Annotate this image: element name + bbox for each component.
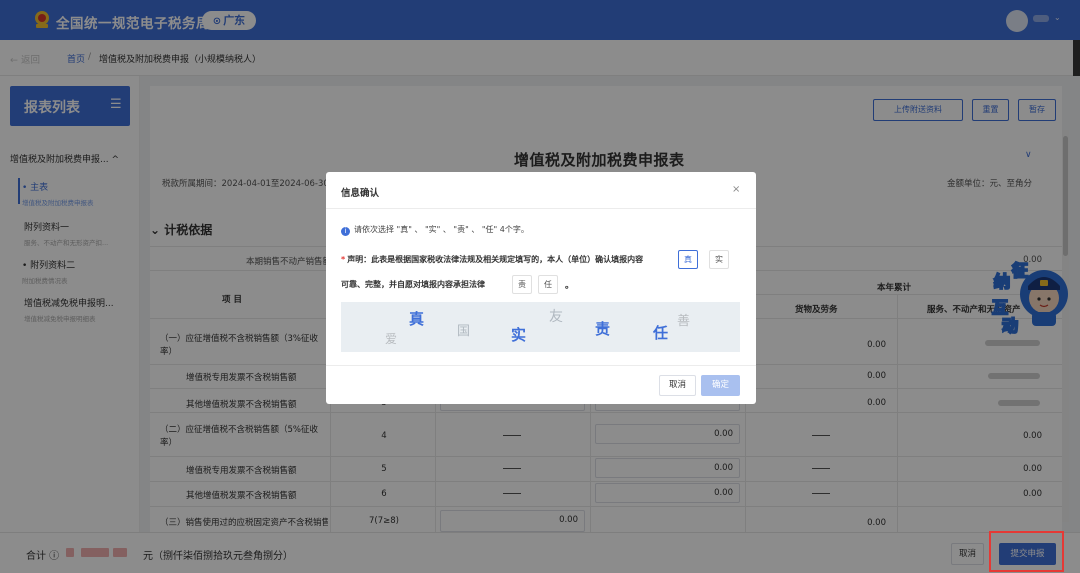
dialog-cancel-button[interactable]: 取消 xyxy=(659,375,696,396)
info-icon: i xyxy=(341,227,350,236)
dialog-title: 信息确认 xyxy=(341,188,380,199)
dialog-divider xyxy=(326,208,756,209)
char-slot-ren[interactable]: 任 xyxy=(538,275,558,294)
highlight-box xyxy=(989,531,1064,572)
captcha-char[interactable]: 真 xyxy=(409,308,424,329)
dialog-confirm-button[interactable]: 确定 xyxy=(701,375,740,396)
info-confirm-dialog: 信息确认 × i 请依次选择 "真" 、 "实" 、 "责" 、 "任" 4个字。… xyxy=(326,172,756,404)
captcha-char[interactable]: 爱 xyxy=(385,330,397,347)
close-icon[interactable]: × xyxy=(732,184,740,195)
declaration-line-2: 可靠、完整，并自愿对填报内容承担法律 xyxy=(341,280,485,289)
required-mark: * xyxy=(341,255,346,264)
captcha-char[interactable]: 实 xyxy=(511,324,526,345)
declaration-line-1: * 声明：此表是根据国家税收法律法规及相关规定填写的，本人（单位）确认填报内容 xyxy=(341,254,643,265)
declaration-text-1: 声明：此表是根据国家税收法律法规及相关规定填写的，本人（单位）确认填报内容 xyxy=(347,255,644,264)
captcha-char[interactable]: 善 xyxy=(677,310,690,329)
captcha-char[interactable]: 责 xyxy=(595,318,610,339)
declaration-period: 。 xyxy=(565,281,575,291)
instruction-label: 请依次选择 "真" 、 "实" 、 "责" 、 "任" 4个字。 xyxy=(354,225,529,234)
captcha-char[interactable]: 国 xyxy=(457,320,470,339)
captcha-char[interactable]: 友 xyxy=(549,306,563,326)
dialog-divider xyxy=(326,365,756,366)
char-slot-ze[interactable]: 责 xyxy=(512,275,532,294)
captcha-image[interactable]: 爱 真 国 实 友 责 任 善 xyxy=(341,302,740,352)
char-slot-zhen[interactable]: 真 xyxy=(678,250,698,269)
captcha-char[interactable]: 任 xyxy=(653,322,668,343)
instruction-text: i 请依次选择 "真" 、 "实" 、 "责" 、 "任" 4个字。 xyxy=(341,224,529,236)
char-slot-shi[interactable]: 实 xyxy=(709,250,729,269)
